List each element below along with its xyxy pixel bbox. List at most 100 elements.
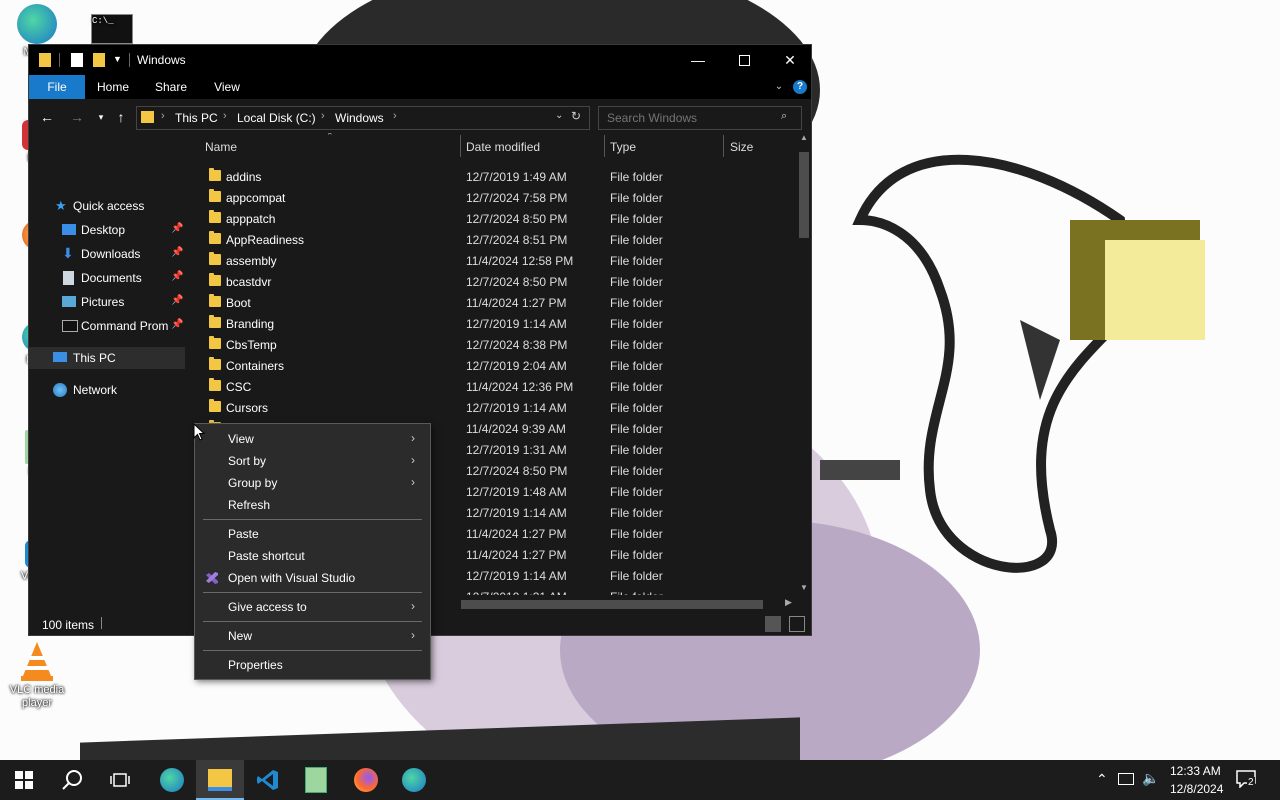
table-row[interactable]: addins 12/7/2019 1:49 AM File folder xyxy=(193,166,783,187)
back-button[interactable]: ← xyxy=(37,107,57,127)
new-folder-icon[interactable] xyxy=(93,53,105,67)
horizontal-scrollbar-thumb[interactable] xyxy=(461,600,763,609)
expand-ribbon-icon[interactable]: ⌄ xyxy=(771,75,787,99)
pin-icon: 📌 xyxy=(171,271,184,282)
taskbar: ⌃ 🔈 12:33 AM 12/8/2024 2 xyxy=(0,760,1280,800)
clock-date[interactable]: 12/8/2024 xyxy=(1170,782,1223,796)
scroll-right-icon[interactable]: ▶ xyxy=(785,597,792,608)
folder-icon xyxy=(209,273,221,286)
tab-home[interactable]: Home xyxy=(93,75,133,99)
scroll-down-icon[interactable]: ▼ xyxy=(800,583,808,592)
help-icon[interactable]: ? xyxy=(793,80,807,94)
desktop-icon-label: VLC media player xyxy=(9,684,65,709)
properties-icon[interactable] xyxy=(71,53,83,67)
forward-button[interactable]: → xyxy=(67,107,87,127)
menu-item-paste[interactable]: Paste xyxy=(195,523,430,545)
menu-item-open-with-visual-studio[interactable]: Open with Visual Studio xyxy=(195,567,430,589)
vertical-scrollbar-thumb[interactable] xyxy=(799,152,809,238)
menu-item-view[interactable]: View › xyxy=(195,428,430,450)
up-button[interactable]: ↑ xyxy=(111,107,131,127)
nav-quick-access[interactable]: ★ Quick access xyxy=(29,195,185,217)
nav-downloads[interactable]: ⬇ Downloads 📌 xyxy=(29,243,185,265)
nav-command-prompt[interactable]: Command Prom 📌 xyxy=(29,315,185,337)
column-header-date[interactable]: Date modified xyxy=(466,133,596,161)
start-button[interactable] xyxy=(0,760,48,800)
menu-item-group-by[interactable]: Group by › xyxy=(195,472,430,494)
document-icon xyxy=(63,271,74,285)
table-row[interactable]: Cursors 12/7/2019 1:14 AM File folder xyxy=(193,397,783,418)
address-bar[interactable]: › This PC › Local Disk (C:) › Windows › … xyxy=(136,106,590,130)
action-center-button[interactable]: 2 xyxy=(1236,770,1256,789)
clock-time[interactable]: 12:33 AM xyxy=(1170,764,1221,778)
menu-separator xyxy=(203,519,422,520)
table-row[interactable]: bcastdvr 12/7/2024 8:50 PM File folder xyxy=(193,271,783,292)
folder-icon xyxy=(209,399,221,412)
network-status-icon[interactable] xyxy=(1118,773,1134,785)
tab-file[interactable]: File xyxy=(29,75,85,99)
desktop-icon-cmd[interactable]: C:\_ xyxy=(88,14,136,46)
task-view-button[interactable] xyxy=(96,760,144,800)
table-row[interactable]: AppReadiness 12/7/2024 8:51 PM File folder xyxy=(193,229,783,250)
recent-locations-button[interactable]: ▾ xyxy=(91,107,111,127)
nav-network[interactable]: Network xyxy=(29,379,185,401)
table-row[interactable]: Containers 12/7/2019 2:04 AM File folder xyxy=(193,355,783,376)
taskbar-notepad-plus[interactable] xyxy=(292,760,340,800)
file-date-modified: 11/4/2024 12:36 PM xyxy=(466,380,574,394)
nav-this-pc[interactable]: This PC xyxy=(29,347,185,369)
column-divider[interactable] xyxy=(460,135,461,157)
search-box[interactable]: ⌕ xyxy=(598,106,802,130)
table-row[interactable]: apppatch 12/7/2024 8:50 PM File folder xyxy=(193,208,783,229)
large-icons-view-icon[interactable] xyxy=(789,616,805,632)
minimize-button[interactable]: — xyxy=(675,45,721,75)
column-header-type[interactable]: Type xyxy=(610,133,720,161)
customize-quick-access-icon[interactable]: ▼ xyxy=(113,54,125,68)
menu-item-give-access-to[interactable]: Give access to › xyxy=(195,596,430,618)
column-header-size[interactable]: Size xyxy=(730,133,780,161)
maximize-button[interactable] xyxy=(721,45,767,75)
table-row[interactable]: Branding 12/7/2019 1:14 AM File folder xyxy=(193,313,783,334)
details-view-icon[interactable] xyxy=(765,616,781,632)
folder-icon xyxy=(209,357,221,370)
table-row[interactable]: Boot 11/4/2024 1:27 PM File folder xyxy=(193,292,783,313)
nav-desktop[interactable]: Desktop 📌 xyxy=(29,219,185,241)
table-row[interactable]: CSC 11/4/2024 12:36 PM File folder xyxy=(193,376,783,397)
taskbar-file-explorer[interactable] xyxy=(196,760,244,800)
breadcrumb-windows[interactable]: Windows xyxy=(335,111,384,125)
search-button[interactable] xyxy=(48,760,96,800)
show-hidden-icons-icon[interactable]: ⌃ xyxy=(1096,771,1108,788)
scroll-up-icon[interactable]: ▲ xyxy=(800,133,808,142)
menu-item-sort-by[interactable]: Sort by › xyxy=(195,450,430,472)
taskbar-vscode[interactable] xyxy=(244,760,292,800)
tab-share[interactable]: Share xyxy=(151,75,191,99)
menu-item-refresh[interactable]: Refresh xyxy=(195,494,430,516)
search-input[interactable] xyxy=(605,109,779,127)
column-divider[interactable] xyxy=(723,135,724,157)
table-row[interactable]: assembly 11/4/2024 12:58 PM File folder xyxy=(193,250,783,271)
table-row[interactable]: appcompat 12/7/2024 7:58 PM File folder xyxy=(193,187,783,208)
taskbar-firefox[interactable] xyxy=(342,760,390,800)
menu-item-new[interactable]: New › xyxy=(195,625,430,647)
desktop-icon-vlc[interactable]: VLC media player xyxy=(0,640,74,710)
taskbar-edge[interactable] xyxy=(390,760,438,800)
menu-item-properties[interactable]: Properties xyxy=(195,654,430,676)
column-header-name[interactable]: Name xyxy=(205,133,455,161)
breadcrumb-local-disk[interactable]: Local Disk (C:) xyxy=(237,111,316,125)
taskbar-edge-canary[interactable] xyxy=(148,760,196,800)
title-bar[interactable]: ▼ Windows — ✕ xyxy=(29,45,811,75)
nav-label: Documents xyxy=(81,271,142,285)
nav-documents[interactable]: Documents 📌 xyxy=(29,267,185,289)
tab-view[interactable]: View xyxy=(209,75,245,99)
breadcrumb-this-pc[interactable]: This PC xyxy=(175,111,218,125)
table-row[interactable]: CbsTemp 12/7/2024 8:38 PM File folder xyxy=(193,334,783,355)
file-date-modified: 12/7/2024 8:51 PM xyxy=(466,233,568,247)
refresh-icon[interactable]: ↻ xyxy=(571,109,581,123)
nav-pictures[interactable]: Pictures 📌 xyxy=(29,291,185,313)
file-type: File folder xyxy=(610,422,663,436)
nav-label: Desktop xyxy=(81,223,126,237)
close-button[interactable]: ✕ xyxy=(767,45,813,75)
column-divider[interactable] xyxy=(604,135,605,157)
address-dropdown-icon[interactable]: ⌄ xyxy=(555,110,563,121)
menu-item-paste-shortcut[interactable]: Paste shortcut xyxy=(195,545,430,567)
search-icon: ⌕ xyxy=(781,110,788,122)
volume-icon[interactable]: 🔈 xyxy=(1142,770,1159,787)
